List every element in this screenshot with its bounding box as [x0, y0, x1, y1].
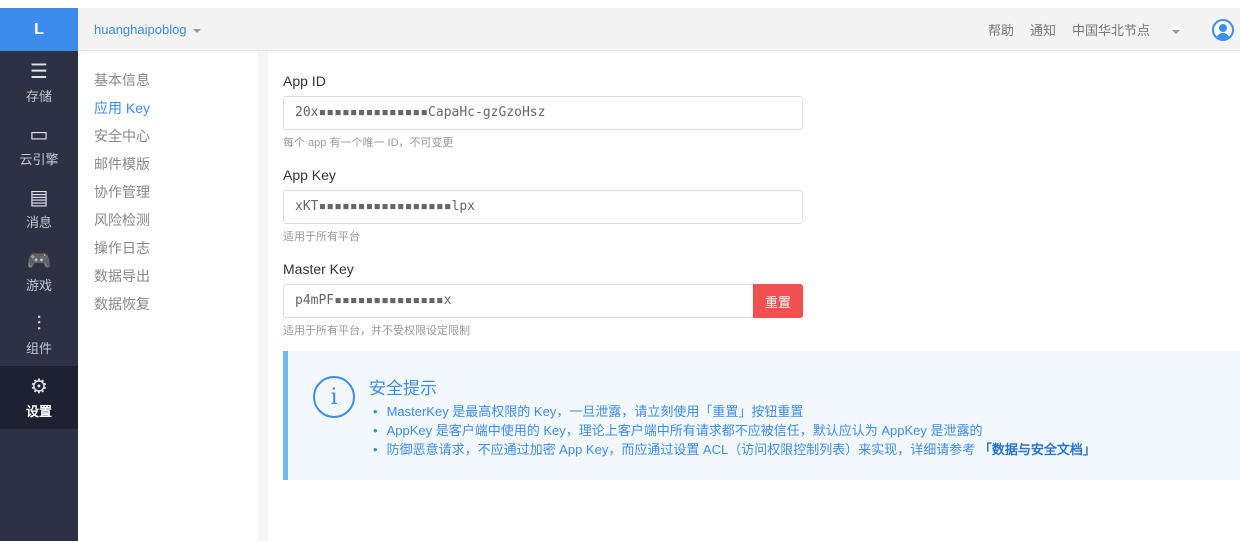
notify-link[interactable]: 通知 — [1030, 20, 1056, 39]
gear-icon: ⚙ — [30, 375, 48, 398]
main-content: App ID 20x▪▪▪▪▪▪▪▪▪▪▪▪▪▪CapaHc-gzGzoHsz … — [268, 51, 1240, 541]
sidebar: ☰ 存储 ▭ 云引擎 ▤ 消息 🎮 游戏 ⫶ 组件 ⚙ 设置 — [0, 51, 78, 541]
user-avatar-icon[interactable] — [1212, 18, 1234, 41]
sidebar-item-components[interactable]: ⫶ 组件 — [0, 303, 78, 366]
subnav-email-templates[interactable]: 邮件模版 — [78, 150, 258, 178]
tip-text: 防御恶意请求，不应通过加密 App Key，而应通过设置 ACL（访问权限控制列… — [386, 442, 979, 457]
settings-subnav: 基本信息 应用 Key 安全中心 邮件模版 协作管理 风险检测 操作日志 数据导… — [78, 51, 258, 541]
tip-item: 防御恶意请求，不应通过加密 App Key，而应通过设置 ACL（访问权限控制列… — [373, 440, 1096, 459]
security-tip-panel: i 安全提示 MasterKey 是最高权限的 Key，一旦泄露，请立刻使用「重… — [283, 351, 1240, 480]
app-name: huanghaipoblog — [94, 22, 187, 37]
sidebar-item-games[interactable]: 🎮 游戏 — [0, 240, 78, 303]
divider — [258, 51, 268, 541]
app-selector[interactable]: huanghaipoblog — [94, 22, 201, 37]
sidebar-item-settings[interactable]: ⚙ 设置 — [0, 366, 78, 429]
info-icon: i — [313, 376, 355, 418]
region-selector[interactable]: 中国华北节点 — [1072, 20, 1196, 39]
sidebar-item-messages[interactable]: ▤ 消息 — [0, 177, 78, 240]
tip-item: MasterKey 是最高权限的 Key，一旦泄露，请立刻使用「重置」按钮重置 — [373, 402, 1096, 421]
components-icon: ⫶ — [36, 312, 42, 335]
gamepad-icon: 🎮 — [26, 249, 52, 272]
sidebar-label: 存储 — [25, 88, 52, 104]
sidebar-label: 设置 — [25, 403, 52, 419]
subnav-collaboration[interactable]: 协作管理 — [78, 178, 258, 206]
chevron-down-icon — [192, 28, 201, 33]
security-docs-link[interactable]: 「数据与安全文档」 — [979, 442, 1096, 457]
logo[interactable]: L — [0, 8, 78, 51]
tip-title: 安全提示 — [369, 379, 437, 398]
top-strip — [0, 0, 1240, 8]
app-key-label: App Key — [283, 167, 336, 183]
server-icon: ▭ — [29, 123, 49, 146]
sidebar-label: 组件 — [25, 340, 52, 356]
subnav-risk-detection[interactable]: 风险检测 — [78, 206, 258, 234]
master-key-label: Master Key — [283, 261, 354, 277]
reset-button[interactable]: 重置 — [753, 284, 803, 318]
sidebar-label: 消息 — [25, 214, 52, 230]
app-key-field[interactable]: xKT▪▪▪▪▪▪▪▪▪▪▪▪▪▪▪▪▪lpx — [283, 190, 803, 224]
master-key-field[interactable]: p4mPF▪▪▪▪▪▪▪▪▪▪▪▪▪▪x 重置 — [283, 284, 803, 318]
sidebar-label: 云引擎 — [19, 151, 59, 167]
help-link[interactable]: 帮助 — [988, 20, 1014, 39]
sidebar-item-storage[interactable]: ☰ 存储 — [0, 51, 78, 114]
subnav-data-export[interactable]: 数据导出 — [78, 262, 258, 290]
app-key-hint: 适用于所有平台 — [283, 231, 360, 243]
chevron-down-icon — [1172, 29, 1180, 34]
subnav-security[interactable]: 安全中心 — [78, 122, 258, 150]
subnav-data-restore[interactable]: 数据恢复 — [78, 290, 258, 318]
sidebar-label: 游戏 — [25, 277, 52, 293]
master-key-value: p4mPF▪▪▪▪▪▪▪▪▪▪▪▪▪▪x — [295, 293, 452, 308]
tip-item: AppKey 是客户端中使用的 Key，理论上客户端中所有请求都不应被信任，默认… — [373, 421, 1096, 440]
master-key-hint: 适用于所有平台，并不受权限设定限制 — [283, 325, 470, 337]
message-icon: ▤ — [29, 186, 49, 209]
subnav-basic-info[interactable]: 基本信息 — [78, 66, 258, 94]
app-id-label: App ID — [283, 73, 326, 89]
app-id-hint: 每个 app 有一个唯一 ID，不可变更 — [283, 137, 454, 149]
header: huanghaipoblog 帮助 通知 中国华北节点 — [78, 8, 1240, 51]
subnav-operation-log[interactable]: 操作日志 — [78, 234, 258, 262]
database-icon: ☰ — [30, 60, 48, 83]
app-id-field[interactable]: 20x▪▪▪▪▪▪▪▪▪▪▪▪▪▪CapaHc-gzGzoHsz — [283, 96, 803, 130]
region-label: 中国华北节点 — [1071, 23, 1150, 38]
subnav-app-key[interactable]: 应用 Key — [78, 94, 258, 122]
sidebar-item-cloud-engine[interactable]: ▭ 云引擎 — [0, 114, 78, 177]
